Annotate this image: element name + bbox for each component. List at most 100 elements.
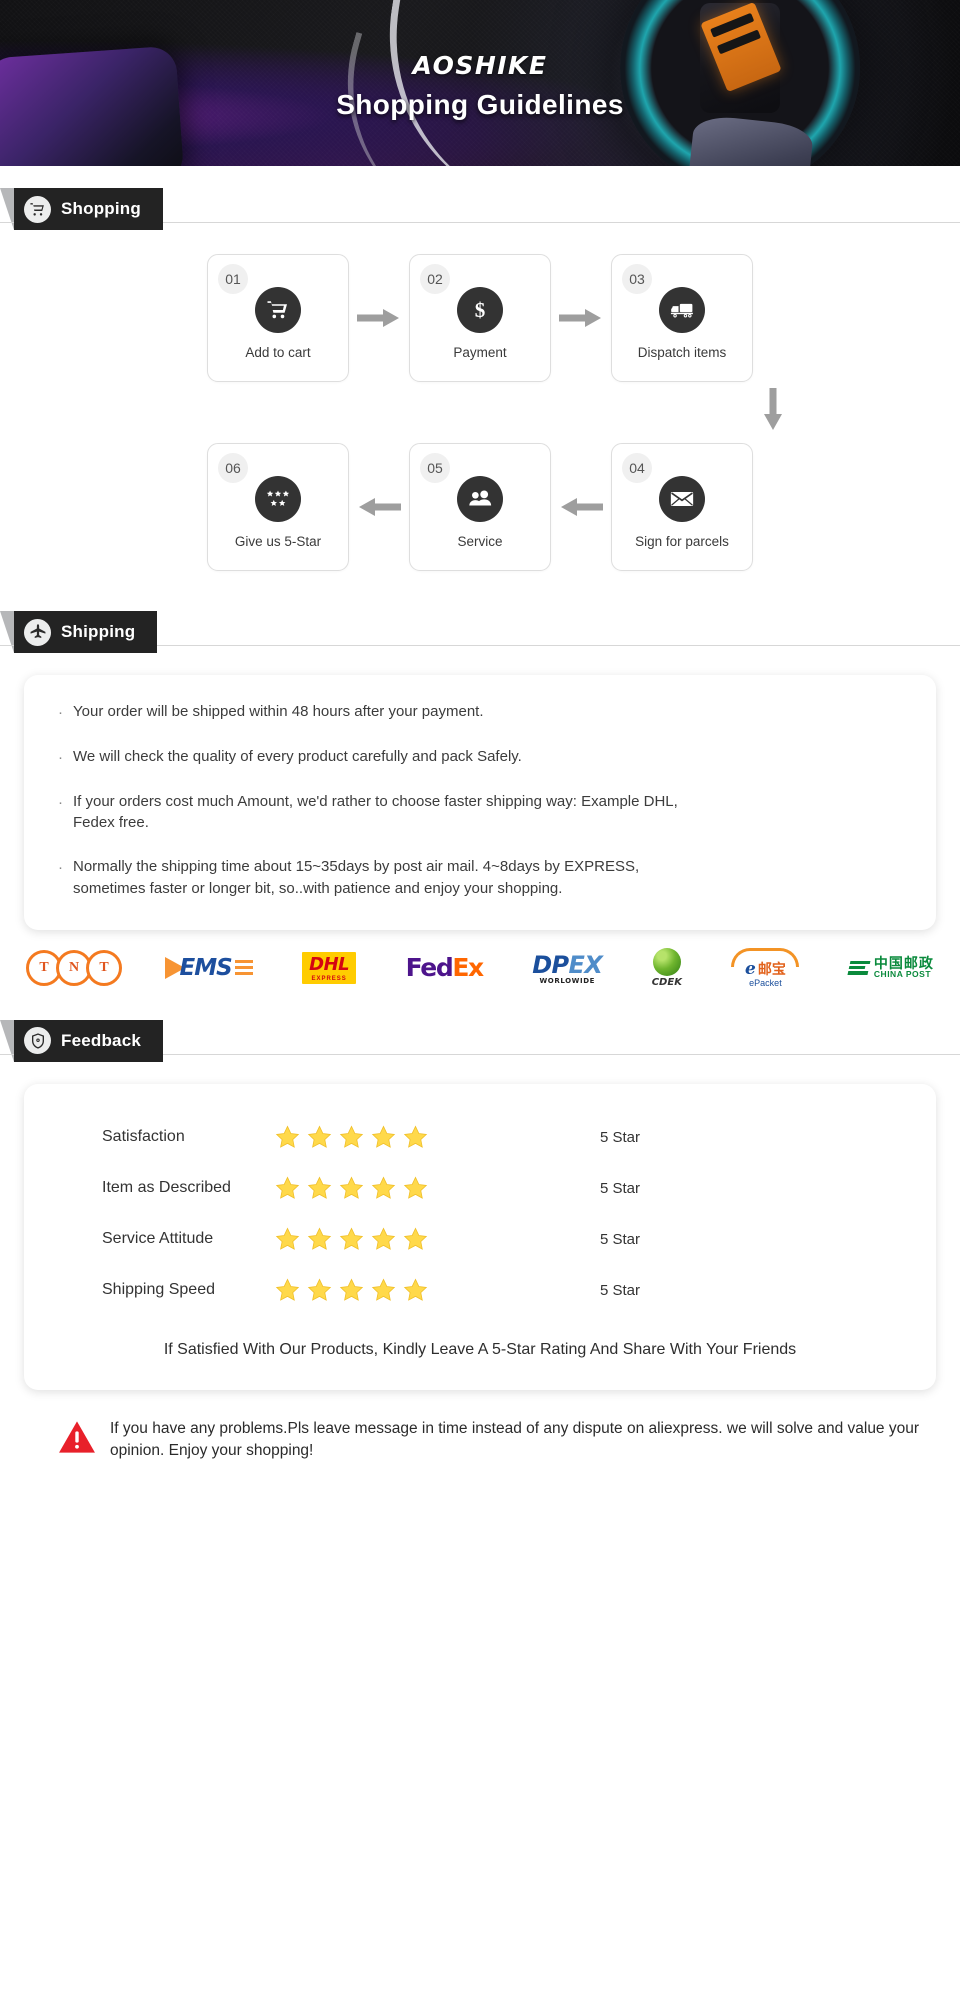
arrow-right-icon-2 <box>551 305 611 331</box>
dhl-text: DHL <box>309 953 350 975</box>
dpex-part2: EX <box>568 950 603 979</box>
dpex-part1: DP <box>532 950 569 979</box>
airplane-icon <box>24 618 51 646</box>
step-number: 04 <box>622 453 652 483</box>
step-number: 01 <box>218 264 248 294</box>
star-icon <box>307 1227 332 1250</box>
star-rating <box>274 1226 504 1253</box>
feedback-value: 5 Star <box>600 1230 641 1248</box>
feedback-row: Item as Described 5 Star <box>24 1165 936 1216</box>
shipping-note-item: · If your orders cost much Amount, we'd … <box>58 791 902 835</box>
shipping-note-text: Your order will be shipped within 48 hou… <box>73 703 484 720</box>
shipping-note-item: · Normally the shipping time about 15~35… <box>58 856 902 900</box>
feedback-value: 5 Star <box>600 1128 641 1146</box>
step-card-06[interactable]: 06 Give us 5-Star <box>207 443 349 571</box>
step-label: Add to cart <box>245 344 311 360</box>
fedex-part2: Ex <box>452 953 484 982</box>
shipping-notes-panel: · Your order will be shipped within 48 h… <box>24 675 936 930</box>
section-label: Shopping <box>61 199 141 218</box>
dhl-logo: DHL EXPRESS <box>302 948 357 988</box>
feedback-value: 5 Star <box>600 1281 641 1299</box>
step-number: 06 <box>218 453 248 483</box>
step-card-05[interactable]: 05 Service <box>409 443 551 571</box>
dpex-subtext: WORLOWIDE <box>539 976 595 985</box>
shipping-section-header: Shipping <box>0 611 960 653</box>
step-card-01[interactable]: 01 Add to cart <box>207 254 349 382</box>
envelope-icon <box>659 475 705 522</box>
feedback-criteria: Satisfaction <box>102 1128 185 1145</box>
china-post-cn: 中国邮政 <box>873 954 934 971</box>
shopping-guidelines-page: AOSHIKE Shopping Guidelines Shopping 01 <box>0 0 960 1482</box>
step-label: Payment <box>453 344 507 360</box>
feedback-criteria: Service Attitude <box>102 1230 214 1247</box>
arrow-left-icon-1 <box>349 494 409 520</box>
tnt-logo: T N T <box>26 948 122 988</box>
star-icon <box>275 1176 300 1199</box>
star-icon <box>371 1278 396 1301</box>
feedback-row: Service Attitude 5 Star <box>24 1216 936 1267</box>
shield-icon <box>24 1027 51 1054</box>
star-icon <box>275 1125 300 1148</box>
star-icon <box>275 1278 300 1301</box>
shipping-note-item: · Your order will be shipped within 48 h… <box>58 701 902 724</box>
shopping-section-header: Shopping <box>0 188 960 230</box>
shipping-note-item: · We will check the quality of every pro… <box>58 746 902 769</box>
step-label: Dispatch items <box>637 344 727 360</box>
step-card-03[interactable]: 03 Dispatch items <box>611 254 753 382</box>
china-post-mark-icon <box>847 960 871 975</box>
step-card-02[interactable]: 02 $ Payment <box>409 254 551 382</box>
china-post-logo: 中国邮政 CHINA POST <box>847 948 934 988</box>
tab-corner <box>0 611 14 653</box>
shipping-note-text: Normally the shipping time about 15~35da… <box>73 858 640 897</box>
fedex-logo: FedEx <box>405 948 485 988</box>
star-icon <box>307 1278 332 1301</box>
cdek-sphere-icon <box>652 947 681 976</box>
fedex-part1: Fed <box>405 953 454 982</box>
star-rating <box>274 1277 504 1304</box>
ems-bars-icon <box>234 960 253 975</box>
footer-warning: If you have any problems.Pls leave messa… <box>0 1390 960 1482</box>
step-label: Sign for parcels <box>635 533 729 549</box>
page-title: Shopping Guidelines <box>336 89 624 120</box>
cart-icon <box>255 286 301 333</box>
feedback-panel: Satisfaction 5 Star Item as Described 5 … <box>24 1083 936 1390</box>
feedback-row: Shipping Speed 5 Star <box>24 1267 936 1318</box>
star-rating <box>274 1175 504 1202</box>
shopping-cart-icon <box>24 195 51 223</box>
ems-logo: EMS <box>165 948 253 988</box>
arrow-right-icon-1 <box>349 305 409 331</box>
tab-corner <box>0 188 14 230</box>
warning-triangle-icon <box>58 1420 96 1459</box>
star-icon <box>371 1227 396 1250</box>
step-number: 02 <box>420 264 450 294</box>
hero-banner: AOSHIKE Shopping Guidelines <box>0 0 960 166</box>
star-icon <box>371 1176 396 1199</box>
star-icon <box>403 1125 428 1148</box>
star-icon <box>275 1227 300 1250</box>
brand-logo: AOSHIKE <box>412 51 548 80</box>
tnt-letter: T <box>86 949 122 986</box>
china-post-en: CHINA POST <box>873 969 932 980</box>
arrow-down-icon <box>760 388 786 437</box>
feedback-row: Satisfaction 5 Star <box>24 1114 936 1165</box>
tab-corner <box>0 1019 14 1062</box>
shipping-note-text: If your orders cost much Amount, we'd ra… <box>73 792 678 832</box>
step-card-04[interactable]: 04 Sign for parcels <box>611 443 753 571</box>
epacket-cn: 邮宝 <box>757 960 786 977</box>
steps-flow: 01 Add to cart 02 $ Payment 03 Dispatch … <box>0 230 960 577</box>
cdek-logo: CDEK <box>651 947 682 988</box>
star-icon <box>339 1227 364 1250</box>
feedback-section-header: Feedback <box>0 1019 960 1062</box>
feedback-value: 5 Star <box>600 1179 641 1197</box>
feedback-criteria: Item as Described <box>102 1179 231 1196</box>
svg-text:$: $ <box>475 298 486 322</box>
cdek-text: CDEK <box>651 976 682 988</box>
star-icon <box>403 1227 428 1250</box>
shipping-note-text: We will check the quality of every produ… <box>73 747 522 765</box>
star-icon <box>403 1278 428 1301</box>
section-label: Feedback <box>61 1030 142 1050</box>
epacket-e: e <box>745 958 756 979</box>
section-label: Shipping <box>61 622 136 641</box>
steps-row-top: 01 Add to cart 02 $ Payment 03 Dispatch … <box>44 254 916 382</box>
epacket-logo: e 邮宝 ePacket <box>731 947 800 988</box>
